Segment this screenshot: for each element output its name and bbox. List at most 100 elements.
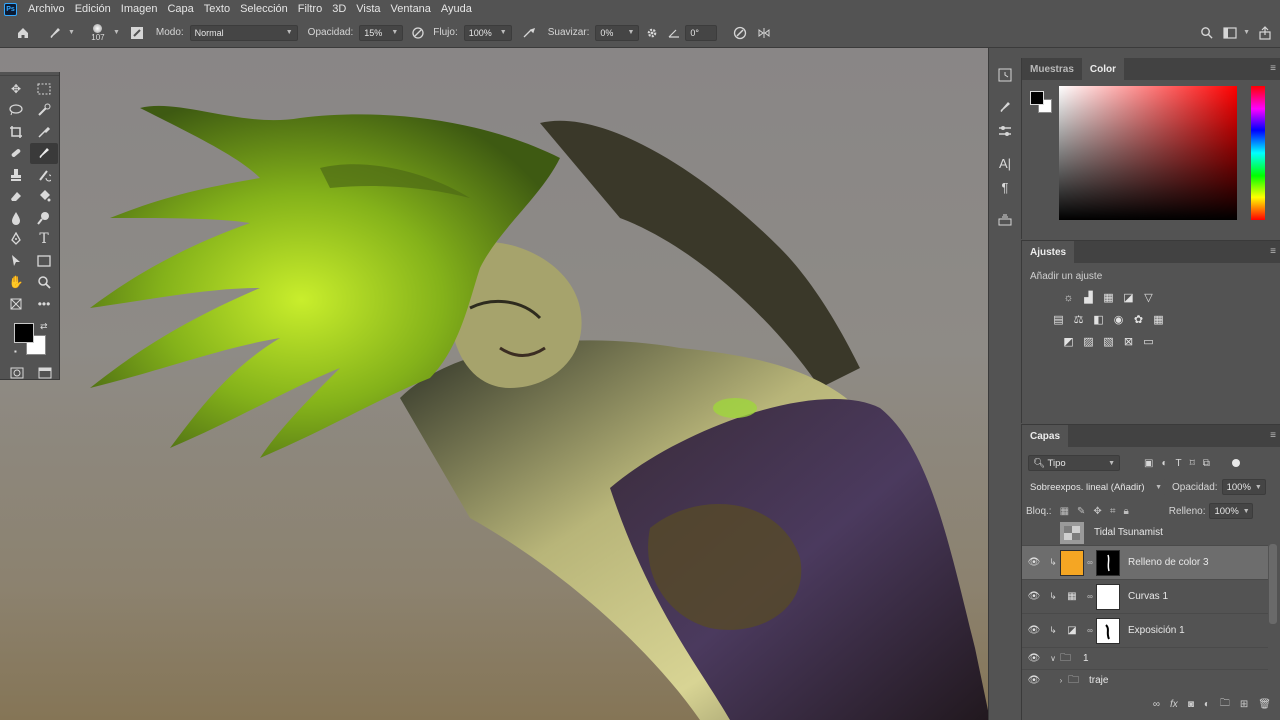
frame-icon[interactable] bbox=[2, 293, 30, 315]
tab-swatches[interactable]: Muestras bbox=[1022, 58, 1082, 80]
brush-size-picker[interactable]: 107 bbox=[87, 23, 109, 42]
posterize-icon[interactable]: ▨ bbox=[1080, 333, 1097, 350]
trash-icon[interactable]: 🗑︎ bbox=[1258, 699, 1271, 710]
opacity-input[interactable]: 15% ▼ bbox=[359, 24, 404, 41]
swap-colors-icon[interactable]: ⇄ bbox=[40, 321, 48, 332]
default-colors-icon[interactable]: ▪ bbox=[14, 347, 17, 356]
search-icon[interactable] bbox=[1197, 24, 1215, 42]
new-group-icon[interactable]: 🗀 bbox=[1220, 696, 1230, 713]
link-layers-icon[interactable]: ∞ bbox=[1153, 699, 1160, 710]
black-white-icon[interactable]: ◧ bbox=[1090, 311, 1107, 328]
layer-row-exposicion-1[interactable]: 👁︎ ↳ ◪ ∞ Exposición 1 bbox=[1022, 614, 1268, 648]
levels-icon[interactable]: ▟ bbox=[1080, 289, 1097, 306]
tab-color[interactable]: Color bbox=[1081, 58, 1125, 80]
menu-archivo[interactable]: Archivo bbox=[23, 0, 70, 18]
panel-menu-icon[interactable]: ≡ bbox=[1270, 63, 1276, 74]
link-icon[interactable]: ∞ bbox=[1084, 626, 1096, 635]
menu-texto[interactable]: Texto bbox=[199, 0, 235, 18]
layer-row-tidal-tsunamist[interactable]: Tidal Tsunamist bbox=[1022, 520, 1268, 546]
brush-settings-icon[interactable] bbox=[128, 24, 146, 42]
tab-adjustments[interactable]: Ajustes bbox=[1022, 241, 1075, 263]
fx-icon[interactable]: fx bbox=[1170, 699, 1178, 710]
add-mask-icon[interactable]: ◙ bbox=[1188, 699, 1194, 710]
eye-icon[interactable]: 👁︎ bbox=[1022, 675, 1046, 686]
chevron-down-icon[interactable]: ▼ bbox=[113, 29, 120, 36]
layer-opacity-input[interactable]: 100% ▼ bbox=[1221, 479, 1266, 495]
libraries-panel-icon[interactable] bbox=[996, 210, 1014, 228]
hue-saturation-icon[interactable]: ▤ bbox=[1050, 311, 1067, 328]
brightness-icon[interactable]: ☼ bbox=[1060, 289, 1077, 306]
lock-transparency-icon[interactable]: ▦ bbox=[1060, 506, 1069, 517]
eyedropper-icon[interactable] bbox=[30, 121, 58, 143]
filter-adjustment-icon[interactable]: ◐ bbox=[1161, 458, 1167, 469]
path-select-icon[interactable] bbox=[2, 250, 30, 272]
menu-seleccion[interactable]: Selección bbox=[235, 0, 293, 18]
threshold-icon[interactable]: ▧ bbox=[1100, 333, 1117, 350]
workspace-icon[interactable] bbox=[1221, 24, 1239, 42]
filter-pixel-icon[interactable]: ▣ bbox=[1144, 458, 1153, 469]
link-icon[interactable]: ∞ bbox=[1084, 592, 1096, 601]
foreground-color-swatch[interactable] bbox=[1030, 91, 1044, 105]
type-icon[interactable]: T bbox=[30, 229, 58, 251]
filter-smart-object-icon[interactable]: ⧉ bbox=[1203, 458, 1210, 469]
invert-icon[interactable]: ◩ bbox=[1060, 333, 1077, 350]
brush-settings-panel-icon[interactable] bbox=[996, 98, 1014, 116]
more-icon[interactable]: ••• bbox=[30, 293, 58, 315]
history-brush-icon[interactable] bbox=[30, 164, 58, 186]
quick-mask-icon[interactable] bbox=[8, 363, 26, 385]
tab-layers[interactable]: Capas bbox=[1022, 425, 1069, 447]
filter-type-icon[interactable]: T bbox=[1176, 458, 1182, 469]
chevron-down-icon[interactable]: ▼ bbox=[1243, 29, 1250, 36]
color-picker-field[interactable] bbox=[1059, 86, 1237, 220]
eye-icon[interactable]: 👁︎ bbox=[1022, 625, 1046, 636]
layer-group-1[interactable]: 👁︎ ∨ 🗀 1 bbox=[1022, 648, 1268, 670]
eye-icon[interactable]: 👁︎ bbox=[1022, 591, 1046, 602]
layer-row-curvas-1[interactable]: 👁︎ ↳ ▦ ∞ Curvas 1 bbox=[1022, 580, 1268, 614]
hue-slider[interactable] bbox=[1251, 86, 1265, 220]
new-layer-icon[interactable]: ⊞ bbox=[1240, 699, 1248, 710]
move-icon[interactable]: ✥ bbox=[2, 78, 30, 100]
new-adjustment-icon[interactable]: ◐ bbox=[1204, 699, 1210, 710]
document-canvas[interactable] bbox=[0, 48, 988, 720]
brush-preset-icon[interactable] bbox=[46, 24, 64, 42]
smooth-input[interactable]: 0% ▼ bbox=[595, 24, 640, 41]
pen-icon[interactable] bbox=[2, 229, 30, 251]
quick-select-icon[interactable] bbox=[30, 100, 58, 122]
color-lookup-icon[interactable]: ▦ bbox=[1150, 311, 1167, 328]
gear-icon[interactable] bbox=[643, 24, 661, 42]
vibrance-icon[interactable]: ▽ bbox=[1140, 289, 1157, 306]
menu-edicion[interactable]: Edición bbox=[70, 0, 116, 18]
blend-mode-select[interactable]: Sobreexpos. lineal (Añadir) ▼ bbox=[1026, 479, 1166, 495]
healing-icon[interactable] bbox=[2, 143, 30, 165]
menu-vista[interactable]: Vista bbox=[351, 0, 385, 18]
gradient-map-icon[interactable]: ▭ bbox=[1140, 333, 1157, 350]
layer-mask-thumbnail[interactable] bbox=[1096, 583, 1120, 610]
stamp-icon[interactable] bbox=[2, 164, 30, 186]
panel-menu-icon[interactable]: ≡ bbox=[1270, 246, 1276, 257]
channel-mixer-icon[interactable]: ✿ bbox=[1130, 311, 1147, 328]
lock-all-icon[interactable]: 🔒︎ bbox=[1123, 506, 1128, 517]
rectangle-icon[interactable] bbox=[30, 250, 58, 272]
menu-filtro[interactable]: Filtro bbox=[293, 0, 327, 18]
mode-select[interactable]: Normal ▼ bbox=[189, 24, 298, 41]
layers-scrollbar[interactable] bbox=[1269, 544, 1277, 624]
layer-mask-thumbnail[interactable] bbox=[1096, 549, 1120, 576]
chevron-right-icon[interactable]: › bbox=[1054, 676, 1068, 685]
filter-toggle-icon[interactable] bbox=[1231, 459, 1240, 467]
menu-3d[interactable]: 3D bbox=[327, 0, 351, 18]
share-icon[interactable] bbox=[1256, 24, 1274, 42]
history-panel-icon[interactable] bbox=[996, 66, 1014, 84]
photoshop-logo[interactable]: Ps bbox=[4, 2, 17, 16]
selective-color-icon[interactable]: ⊠ bbox=[1120, 333, 1137, 350]
menu-capa[interactable]: Capa bbox=[162, 0, 198, 18]
panel-menu-icon[interactable]: ≡ bbox=[1270, 430, 1276, 441]
layer-row-relleno-de-color-3[interactable]: 👁︎ ↳ ∞ Relleno de color 3 bbox=[1022, 546, 1268, 580]
chevron-down-icon[interactable]: ▼ bbox=[68, 29, 75, 36]
photo-filter-icon[interactable]: ◉ bbox=[1110, 311, 1127, 328]
exposure-icon[interactable]: ◪ bbox=[1120, 289, 1137, 306]
eye-icon[interactable]: 👁︎ bbox=[1022, 557, 1046, 568]
character-panel-icon[interactable]: A| bbox=[996, 154, 1014, 172]
home-icon[interactable] bbox=[14, 24, 32, 42]
menu-ventana[interactable]: Ventana bbox=[386, 0, 436, 18]
blur-icon[interactable] bbox=[2, 207, 30, 229]
